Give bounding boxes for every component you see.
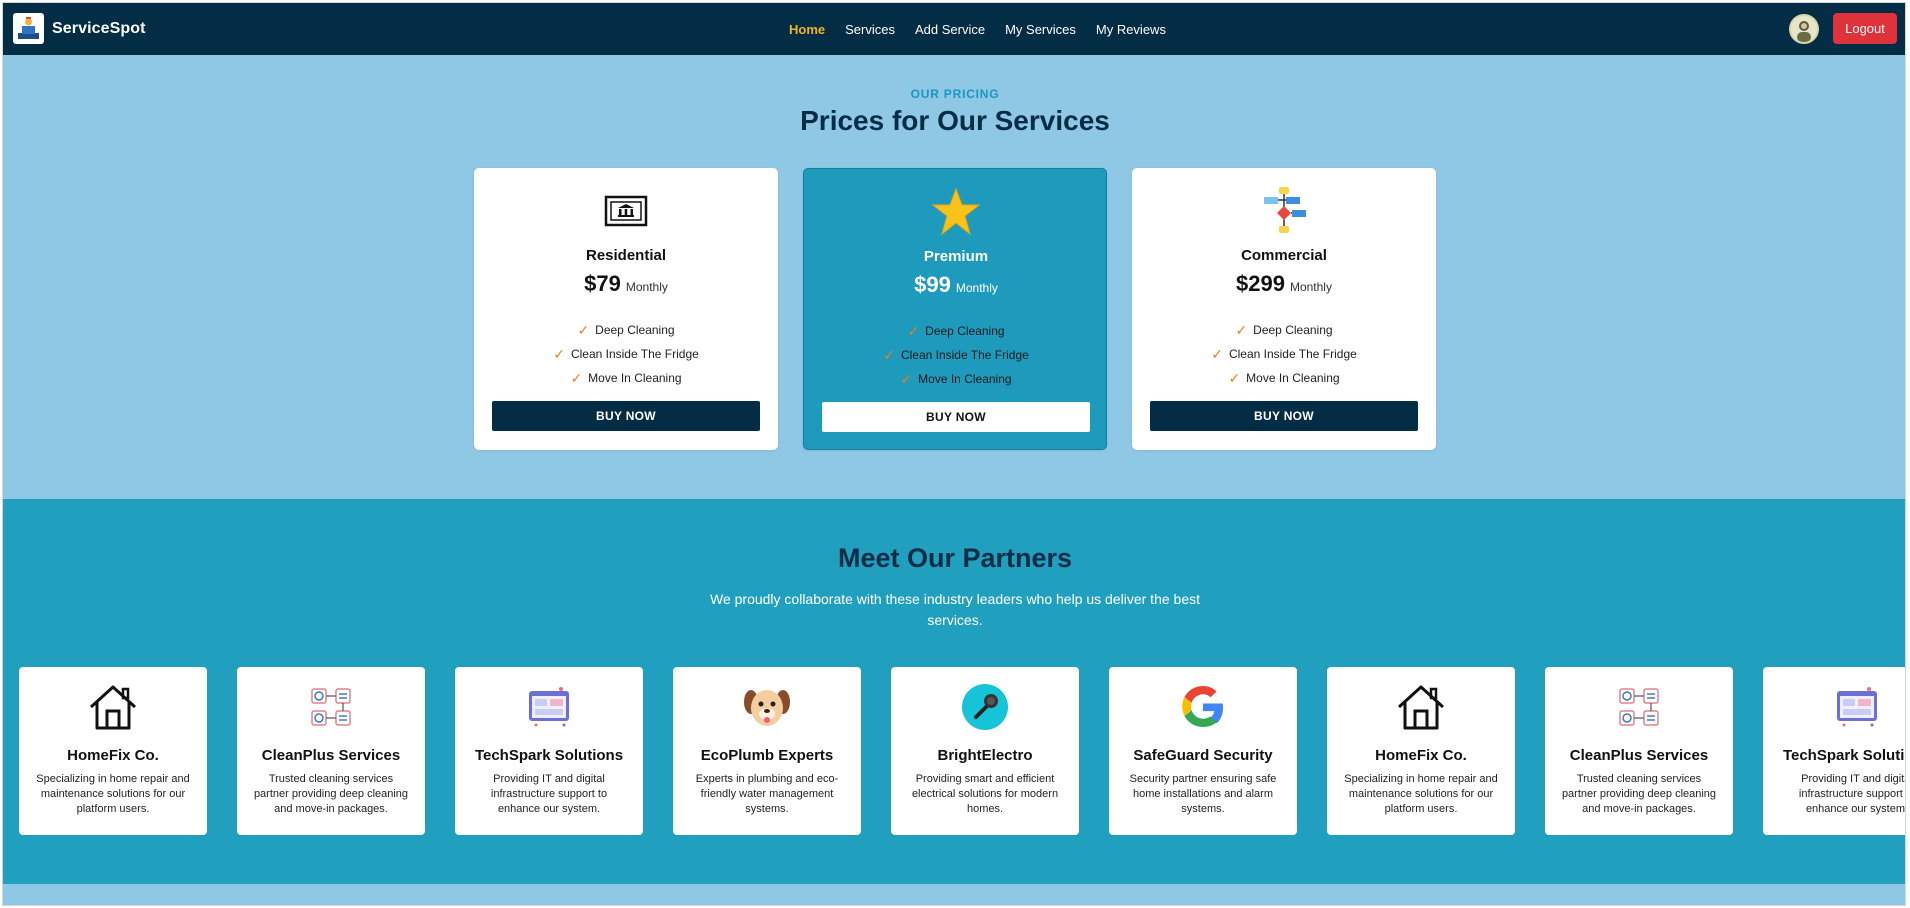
brand-logo-icon xyxy=(13,13,44,44)
partner-name: BrightElectro xyxy=(937,747,1033,764)
plan-price: $99 Monthly xyxy=(804,272,1108,298)
plan-feature: ✓ Clean Inside The Fridge xyxy=(553,345,699,362)
star-icon xyxy=(804,187,1108,237)
plan-feature: ✓ Deep Cleaning xyxy=(577,321,675,338)
plan-feature: ✓ Move In Cleaning xyxy=(1228,369,1340,386)
partner-description: Security partner ensuring safe home inst… xyxy=(1129,773,1277,815)
plan-name: Premium xyxy=(923,248,989,265)
plan-feature: ✓ Deep Cleaning xyxy=(907,322,1005,339)
partner-card[interactable]: EcoPlumb Experts Experts in plumbing and… xyxy=(673,667,861,835)
plan-feature: ✓ Deep Cleaning xyxy=(1235,321,1333,338)
footer-strip xyxy=(3,884,1905,905)
partner-card[interactable]: TechSpark Solutions Providing IT and dig… xyxy=(455,667,643,835)
plan-period: Monthly xyxy=(625,280,668,294)
plan-price: $299 Monthly xyxy=(1132,271,1436,297)
partner-name: SafeGuard Security xyxy=(1133,747,1273,764)
top-navbar: ServiceSpot Home Services Add Service My… xyxy=(3,3,1905,55)
check-icon: ✓ xyxy=(570,369,583,386)
house-icon xyxy=(19,683,207,731)
plan-amount: $79 xyxy=(584,271,621,296)
partner-name: HomeFix Co. xyxy=(1375,747,1467,764)
partner-name: CleanPlus Services xyxy=(261,747,401,764)
buy-now-button-residential[interactable]: BUY NOW xyxy=(492,401,760,431)
plan-amount: $299 xyxy=(1236,271,1285,296)
check-icon: ✓ xyxy=(1228,369,1241,386)
logout-button[interactable]: Logout xyxy=(1833,13,1897,44)
partners-title: Meet Our Partners xyxy=(837,543,1073,573)
partner-name: HomeFix Co. xyxy=(67,747,159,764)
check-icon: ✓ xyxy=(1235,321,1248,338)
plan-features: ✓ Deep Cleaning ✓ Clean Inside The Fridge … xyxy=(804,319,1108,391)
plan-feature: ✓ Move In Cleaning xyxy=(570,369,682,386)
pricing-eyebrow: OUR PRICING xyxy=(910,87,1000,101)
price-card-residential: Residential $79 Monthly ✓ Deep Cleaning ✓… xyxy=(474,168,778,450)
nav-link-my-reviews[interactable]: My Reviews xyxy=(1096,22,1166,37)
house-icon xyxy=(1327,683,1515,731)
google-icon xyxy=(1109,683,1297,731)
partner-card[interactable]: SafeGuard Security Security partner ensu… xyxy=(1109,667,1297,835)
partner-card[interactable]: HomeFix Co. Specializing in home repair … xyxy=(1327,667,1515,835)
plan-name: Residential xyxy=(585,247,667,264)
partner-description: Experts in plumbing and eco-friendly wat… xyxy=(695,773,839,815)
partner-description: Providing IT and digital infrastructure … xyxy=(490,773,608,815)
dog-icon xyxy=(673,683,861,731)
plan-name: Commercial xyxy=(1241,247,1327,264)
microphone-icon xyxy=(891,683,1079,731)
partner-card[interactable]: CleanPlus Services Trusted cleaning serv… xyxy=(1545,667,1733,835)
check-icon: ✓ xyxy=(577,321,590,338)
nav-link-add-service[interactable]: Add Service xyxy=(915,22,985,37)
price-card-premium: Premium $99 Monthly ✓ Deep Cleaning ✓ Clea… xyxy=(803,168,1107,450)
bank-icon xyxy=(474,186,778,236)
partners-section: Meet Our Partners We proudly collaborate… xyxy=(3,499,1906,884)
brand-name: ServiceSpot xyxy=(52,19,146,37)
buy-now-button-commercial[interactable]: BUY NOW xyxy=(1150,401,1418,431)
buy-now-button-premium[interactable]: BUY NOW xyxy=(822,402,1090,432)
price-card-commercial: Commercial $299 Monthly ✓ Deep Cleaning ✓… xyxy=(1132,168,1436,450)
partner-description: Specializing in home repair and maintena… xyxy=(36,773,190,815)
nav-link-services[interactable]: Services xyxy=(845,22,895,37)
partner-name: EcoPlumb Experts xyxy=(700,747,834,764)
check-icon: ✓ xyxy=(907,322,920,339)
browser-viewport: ServiceSpot Home Services Add Service My… xyxy=(2,2,1906,906)
check-icon: ✓ xyxy=(1211,345,1223,362)
plan-features: ✓ Deep Cleaning ✓ Clean Inside The Fridge … xyxy=(474,318,778,390)
partner-description: Trusted cleaning services partner provid… xyxy=(253,773,409,815)
plan-features: ✓ Deep Cleaning ✓ Clean Inside The Fridge … xyxy=(1132,318,1436,390)
user-avatar[interactable] xyxy=(1789,14,1819,44)
flowchart-icon xyxy=(1132,186,1436,236)
workflow-icon xyxy=(237,683,425,731)
partner-description: Trusted cleaning services partner provid… xyxy=(1561,773,1717,815)
pricing-section: OUR PRICING Prices for Our Services Resi… xyxy=(3,55,1905,499)
dashboard-icon xyxy=(455,683,643,731)
partner-card[interactable]: HomeFix Co. Specializing in home repair … xyxy=(19,667,207,835)
plan-feature: ✓ Clean Inside The Fridge xyxy=(883,346,1029,363)
partner-description: Providing IT and digital infrastructure … xyxy=(1798,773,1906,815)
partner-card[interactable]: TechSpark Solutions Providing IT and dig… xyxy=(1763,667,1906,835)
plan-feature: ✓ Move In Cleaning xyxy=(900,370,1012,387)
partners-subtitle: We proudly collaborate with these indust… xyxy=(709,591,1200,628)
brand[interactable]: ServiceSpot xyxy=(13,13,146,44)
check-icon: ✓ xyxy=(900,370,913,387)
plan-period: Monthly xyxy=(955,281,998,295)
nav-link-my-services[interactable]: My Services xyxy=(1005,22,1076,37)
partner-description: Specializing in home repair and maintena… xyxy=(1344,773,1498,815)
plan-period: Monthly xyxy=(1289,280,1332,294)
plan-amount: $99 xyxy=(914,272,951,297)
check-icon: ✓ xyxy=(883,346,895,363)
partner-name: TechSpark Solutions xyxy=(474,747,624,764)
partner-name: TechSpark Solutions xyxy=(1782,747,1905,764)
workflow-icon xyxy=(1545,683,1733,731)
pricing-title: Prices for Our Services xyxy=(800,105,1110,136)
nav-link-home[interactable]: Home xyxy=(789,22,825,37)
partner-card[interactable]: BrightElectro Providing smart and effici… xyxy=(891,667,1079,835)
plan-feature: ✓ Clean Inside The Fridge xyxy=(1211,345,1357,362)
partner-card[interactable]: CleanPlus Services Trusted cleaning serv… xyxy=(237,667,425,835)
nav-links: Home Services Add Service My Services My… xyxy=(789,3,1186,55)
partner-name: CleanPlus Services xyxy=(1569,747,1709,764)
dashboard-icon xyxy=(1763,683,1905,731)
partner-description: Providing smart and efficient electrical… xyxy=(911,773,1059,815)
check-icon: ✓ xyxy=(553,345,565,362)
plan-price: $79 Monthly xyxy=(474,271,778,297)
